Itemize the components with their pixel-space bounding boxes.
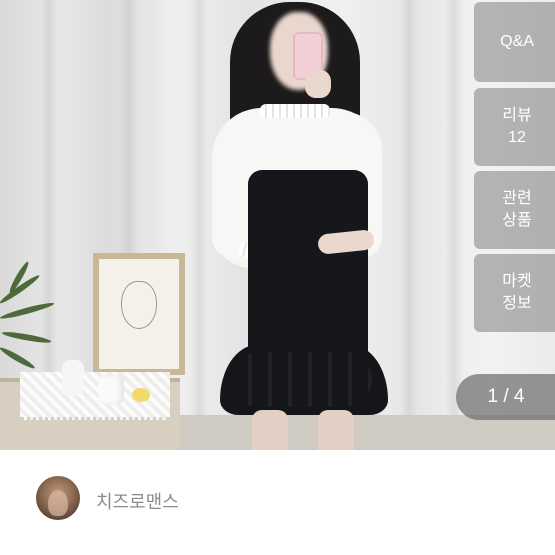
- curtain-fold: [190, 0, 208, 450]
- seller-name[interactable]: 치즈로맨스: [96, 488, 179, 514]
- seller-row[interactable]: [0, 450, 555, 555]
- tab-market-label-2: 정보: [502, 295, 532, 312]
- dress-hem-pleats: [232, 352, 372, 407]
- seller-avatar[interactable]: [36, 476, 80, 520]
- collar-ruffle: [260, 104, 330, 118]
- tab-reviews[interactable]: 리뷰 12: [474, 88, 555, 166]
- model-leg: [252, 410, 288, 450]
- sketch-portrait: [121, 281, 157, 329]
- vase: [62, 360, 84, 396]
- model-hand: [305, 70, 331, 98]
- tab-related-products[interactable]: 관련 상품: [474, 171, 555, 249]
- tab-reviews-count: 12: [508, 129, 526, 146]
- tab-market-info[interactable]: 마켓 정보: [474, 254, 555, 332]
- tab-qna[interactable]: Q&A: [474, 2, 555, 82]
- tab-related-label-1: 관련: [502, 190, 532, 207]
- plant-leaf: [0, 345, 37, 371]
- model-leg: [318, 410, 354, 450]
- tab-qna-label: Q&A: [500, 33, 534, 50]
- curtain-fold: [400, 0, 418, 450]
- image-counter: 1 / 4: [456, 374, 555, 420]
- lemon: [132, 388, 150, 402]
- picture-frame: [93, 253, 185, 375]
- tab-reviews-label: 리뷰: [502, 107, 532, 124]
- tab-market-label-1: 마켓: [502, 273, 532, 290]
- mug: [98, 375, 124, 405]
- tab-related-label-2: 상품: [502, 212, 532, 229]
